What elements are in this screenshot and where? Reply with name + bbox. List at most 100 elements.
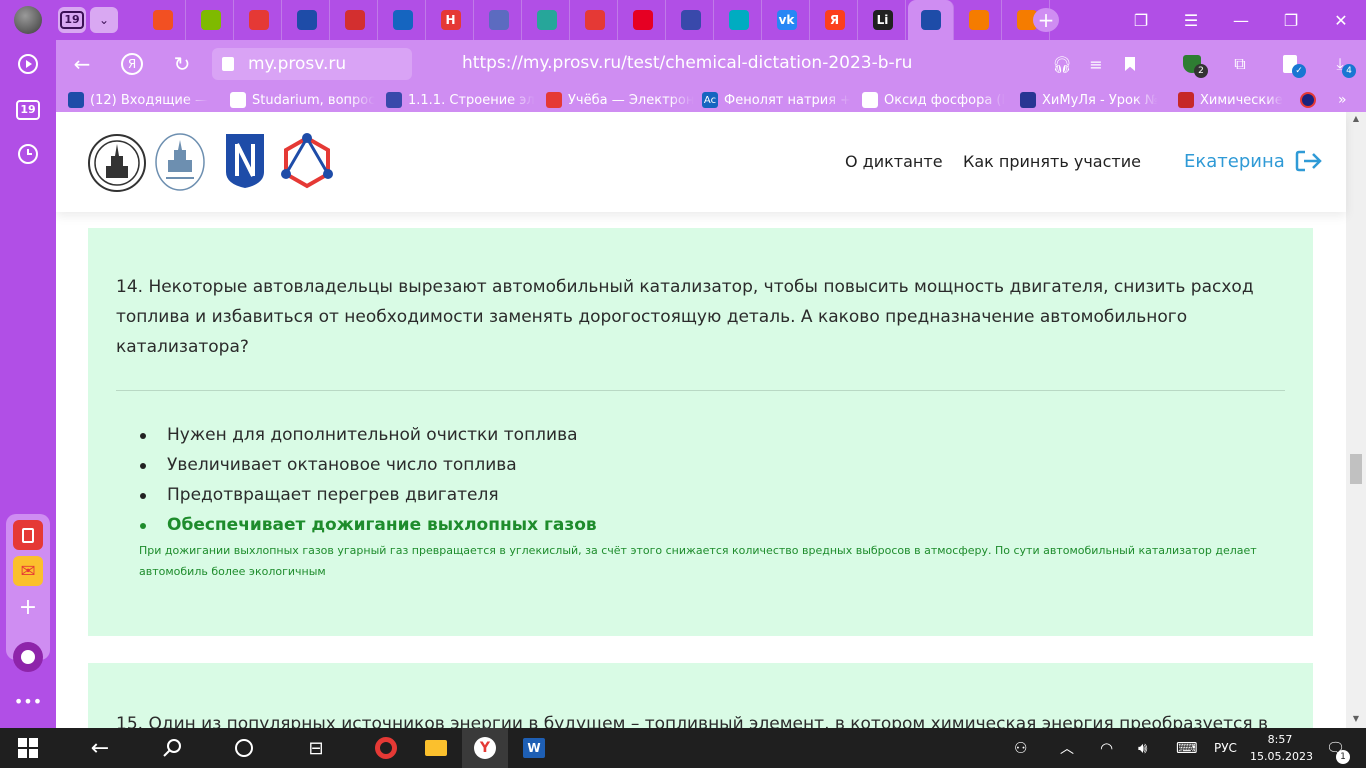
- tray-overflow-button[interactable]: ︿: [1060, 728, 1074, 768]
- browser-tab[interactable]: [716, 0, 762, 40]
- studarium-icon: [230, 92, 246, 108]
- sidebar-tabs-button[interactable]: 19: [14, 96, 42, 124]
- bird-icon: [386, 92, 402, 108]
- bookmark-button[interactable]: [1118, 52, 1142, 76]
- bookmark-item[interactable]: Ac Фенолят натрия +: [702, 91, 852, 109]
- browser-tab[interactable]: [908, 0, 954, 40]
- prosv-logo[interactable]: [224, 132, 266, 190]
- profile-avatar[interactable]: [14, 6, 42, 34]
- bookmarks-more-button[interactable]: »: [1338, 91, 1347, 109]
- bookmark-item[interactable]: Химические: [1178, 91, 1288, 109]
- page-scrollbar[interactable]: ▲ ▼: [1346, 112, 1366, 728]
- clock-time: 8:57: [1267, 733, 1293, 746]
- yandex-home-button[interactable]: Я: [118, 50, 146, 78]
- bookmark-label: Учёба — Электрон: [568, 92, 694, 108]
- scroll-thumb[interactable]: [1350, 454, 1362, 484]
- yandex-circle-icon: Я: [121, 53, 143, 75]
- downloads-button[interactable]: ⤓ 4: [1328, 52, 1356, 78]
- back-button[interactable]: ←: [68, 50, 96, 78]
- bookmark-item[interactable]: Studarium, вопрос: [230, 91, 378, 109]
- check-badge: ✓: [1292, 64, 1306, 78]
- sidebar-history-button[interactable]: [14, 140, 42, 168]
- browser-tab[interactable]: [572, 0, 618, 40]
- start-button[interactable]: [0, 728, 56, 768]
- explorer-taskbar-app[interactable]: [414, 728, 458, 768]
- browser-tab[interactable]: [668, 0, 714, 40]
- browser-tab[interactable]: [236, 0, 282, 40]
- taskbar-back-button[interactable]: ←: [78, 728, 122, 768]
- sidebar-docs-app[interactable]: [13, 520, 43, 550]
- yandex-browser-icon: Y: [474, 737, 496, 759]
- bookmark-item[interactable]: (12) Входящие —: [68, 91, 218, 109]
- browser-tab[interactable]: [188, 0, 234, 40]
- bookmark-item[interactable]: ХиМуЛя - Урок №: [1020, 91, 1170, 109]
- chem-dictation-logo[interactable]: [280, 132, 334, 192]
- browser-tab[interactable]: [284, 0, 330, 40]
- action-center-button[interactable]: 🗨︎ 1: [1326, 728, 1350, 768]
- site-host-chip[interactable]: my.prosv.ru: [212, 48, 412, 80]
- close-window-button[interactable]: ✕: [1316, 0, 1366, 40]
- word-extension-button[interactable]: ✓: [1278, 52, 1306, 78]
- browser-tab[interactable]: [380, 0, 426, 40]
- browser-tab[interactable]: [620, 0, 666, 40]
- taskbar-search-button[interactable]: [150, 728, 194, 768]
- maximize-button[interactable]: ❐: [1266, 0, 1316, 40]
- sidebar-play-button[interactable]: [14, 50, 42, 78]
- browser-tab[interactable]: [956, 0, 1002, 40]
- new-tab-button[interactable]: +: [1033, 8, 1059, 32]
- task-view-button[interactable]: ⊟: [294, 728, 338, 768]
- collections-button[interactable]: ❐: [1116, 0, 1166, 40]
- wifi-button[interactable]: ◠: [1100, 728, 1113, 768]
- sidebar-more-button[interactable]: •••: [13, 686, 43, 716]
- scroll-up-arrow[interactable]: ▲: [1351, 114, 1361, 124]
- browser-tab[interactable]: [524, 0, 570, 40]
- bookmark-flag[interactable]: [1300, 91, 1316, 109]
- keyboard-button[interactable]: ⌨: [1176, 728, 1198, 768]
- user-logout-link[interactable]: Екатерина: [1184, 150, 1323, 172]
- hexagon-molecule-icon: [281, 133, 333, 189]
- language-indicator[interactable]: РУС: [1214, 728, 1237, 768]
- chevron-down-icon: ⌄: [98, 13, 110, 27]
- opera-taskbar-app[interactable]: [364, 728, 408, 768]
- extensions-button[interactable]: ⧉: [1228, 52, 1252, 76]
- plus-icon: +: [18, 594, 38, 620]
- scroll-down-arrow[interactable]: ▼: [1351, 714, 1361, 724]
- yandex-browser-taskbar-app[interactable]: Y: [462, 728, 508, 768]
- chem-faculty-icon: [155, 133, 205, 191]
- volume-button[interactable]: 🔊︎: [1138, 728, 1147, 768]
- tabs-dropdown-button[interactable]: ⌄: [90, 7, 118, 33]
- bookmark-item[interactable]: Оксид фосфора (I: [862, 91, 1012, 109]
- browser-tab[interactable]: [332, 0, 378, 40]
- menu-button[interactable]: ☰: [1166, 0, 1216, 40]
- browser-tab[interactable]: vk: [764, 0, 810, 40]
- browser-tab[interactable]: Я: [812, 0, 858, 40]
- adblock-extension-button[interactable]: 2: [1180, 52, 1208, 78]
- bookmark-item[interactable]: Учёба — Электрон: [546, 91, 694, 109]
- bookmark-item[interactable]: 1.1.1. Строение эл: [386, 91, 538, 109]
- nav-how-to-link[interactable]: Как принять участие: [963, 152, 1141, 171]
- read-aloud-button[interactable]: 🎧︎: [1050, 52, 1074, 76]
- tab-count-button[interactable]: 19: [58, 7, 86, 33]
- word-taskbar-app[interactable]: W: [512, 728, 556, 768]
- browser-tab[interactable]: Li: [860, 0, 906, 40]
- minimize-button[interactable]: —: [1216, 0, 1266, 40]
- sidebar-alice-app[interactable]: [13, 642, 43, 672]
- sidebar-mail-app[interactable]: ✉: [13, 556, 43, 586]
- nav-about-link[interactable]: О диктанте: [845, 152, 943, 171]
- browser-tab[interactable]: [140, 0, 186, 40]
- doc-red-icon: [546, 92, 562, 108]
- chem-faculty-logo[interactable]: [154, 132, 206, 192]
- cortana-button[interactable]: [222, 728, 266, 768]
- reload-button[interactable]: ↻: [168, 50, 196, 78]
- browser-tab[interactable]: [476, 0, 522, 40]
- paper-plane-icon: [968, 10, 989, 30]
- msu-logo[interactable]: [88, 134, 146, 192]
- system-clock[interactable]: 8:57 15.05.2023: [1250, 731, 1313, 765]
- question-card-14: 14. Некоторые автовладельцы вырезают авт…: [88, 228, 1313, 636]
- browser-tab[interactable]: Н: [428, 0, 474, 40]
- address-url[interactable]: https://my.prosv.ru/test/chemical-dictat…: [462, 53, 912, 73]
- sidebar-add-app[interactable]: +: [13, 592, 43, 622]
- reader-mode-button[interactable]: ≡: [1084, 52, 1108, 76]
- shield-blue-icon: [296, 10, 317, 30]
- people-button[interactable]: ⚇: [1014, 728, 1027, 768]
